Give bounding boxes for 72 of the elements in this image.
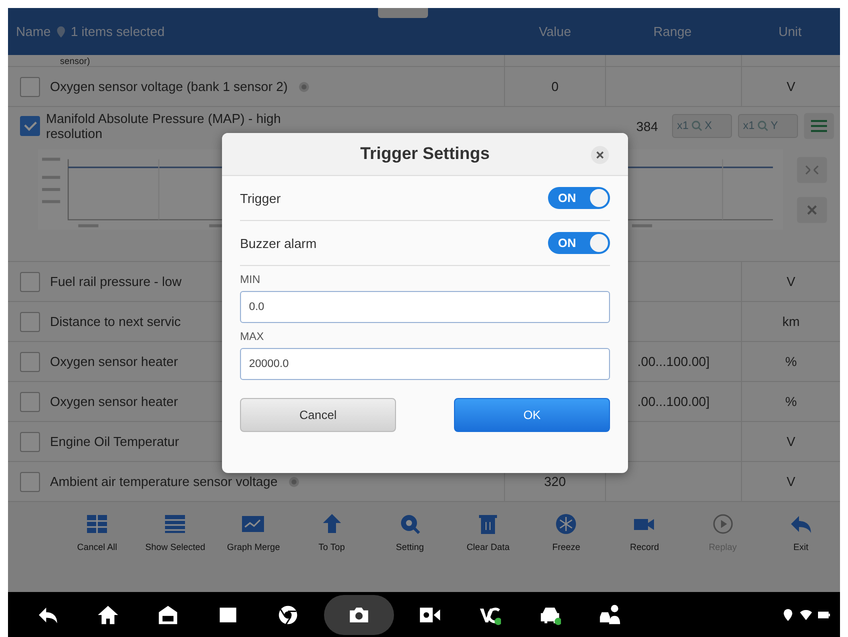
location-icon: [782, 608, 794, 620]
parameter-name: Oxygen sensor heater: [50, 354, 178, 369]
grid-icon: [85, 512, 110, 536]
dialog-title: Trigger Settings: [360, 144, 490, 164]
parameter-unit: %: [785, 354, 797, 369]
play-icon: [710, 512, 735, 536]
home-icon: [97, 604, 119, 626]
garage-icon: [157, 604, 179, 626]
parameter-value: 384: [636, 118, 658, 134]
parameter-unit: km: [782, 314, 800, 329]
toolbar-button[interactable]: Exit: [762, 508, 840, 556]
parameter-unit: V: [786, 274, 796, 289]
cancel-button[interactable]: Cancel: [240, 398, 396, 432]
toolbar-button[interactable]: Freeze: [527, 508, 606, 556]
parameter-name: Distance to next servic: [50, 314, 181, 329]
parameter-unit: V: [786, 434, 796, 449]
parameter-name: Engine Oil Temperatur: [50, 434, 180, 449]
checkbox[interactable]: [20, 312, 40, 332]
parameter-name: Manifold Absolute Pressure (MAP) - high resolution: [46, 111, 282, 141]
column-header: Name: [16, 24, 51, 39]
magnifier-icon: [690, 120, 703, 132]
checkbox[interactable]: [20, 392, 40, 412]
parameter-unit: %: [785, 394, 797, 409]
checkbox[interactable]: [20, 76, 40, 96]
snowflake-icon: [554, 512, 578, 536]
parameter-name: Oxygen sensor voltage (bank 1 sensor 2): [50, 79, 288, 94]
setting-label: Buzzer alarm: [240, 236, 317, 250]
input-field[interactable]: 20000.0: [240, 348, 610, 380]
parameter-value: 320: [544, 474, 566, 489]
parameter-name: Ambient air temperature sensor voltage: [50, 474, 278, 489]
list-icon[interactable]: [804, 113, 834, 139]
toggle-switch[interactable]: ON: [548, 187, 610, 209]
parameter-value: 0: [551, 79, 559, 94]
checkbox[interactable]: [20, 352, 40, 372]
list-icon: [163, 512, 188, 536]
column-header: Unit: [778, 24, 802, 39]
field-label: MAX: [240, 331, 265, 343]
wifi-icon: [800, 608, 812, 620]
browser-icon: [277, 604, 299, 626]
checkbox[interactable]: [20, 272, 40, 292]
toolbar-button[interactable]: Show Selected: [136, 508, 214, 556]
ok-button[interactable]: OK: [454, 398, 610, 432]
toggle-switch[interactable]: ON: [548, 232, 610, 254]
checkbox[interactable]: [20, 432, 40, 452]
magnifier-icon: [756, 120, 769, 132]
camera-button[interactable]: [324, 594, 394, 634]
selection-count: 1 items selected: [70, 24, 165, 39]
parameter-unit: V: [786, 79, 796, 94]
checkbox[interactable]: [20, 472, 40, 492]
column-header: Range: [653, 24, 692, 39]
parameter-name: Fuel rail pressure - low: [50, 274, 182, 289]
setting-label: Trigger: [240, 190, 281, 206]
toolbar-button[interactable]: Graph Merge: [214, 508, 293, 556]
person-car-icon: [599, 604, 621, 626]
toolbar-button[interactable]: Record: [605, 508, 684, 556]
checkbox[interactable]: [20, 116, 40, 136]
battery-icon: [818, 608, 830, 620]
toolbar-button[interactable]: To Top: [292, 508, 371, 556]
toolbar-button[interactable]: Clear Data: [448, 508, 528, 556]
column-header: Value: [538, 24, 572, 39]
parameter-unit: V: [786, 474, 796, 489]
drag-handle[interactable]: [378, 8, 428, 18]
toolbar-button[interactable]: Cancel All: [58, 508, 136, 556]
parameter-name: sensor): [59, 56, 90, 66]
parameter-name: Oxygen sensor heater: [50, 394, 178, 409]
input-field[interactable]: 0.0: [240, 291, 610, 323]
toolbar-button[interactable]: Setting: [370, 508, 449, 556]
field-label: MIN: [240, 274, 262, 286]
parameter-range: .00...100.00]: [637, 394, 710, 409]
pin-icon: [56, 26, 65, 38]
close-icon[interactable]: [590, 145, 610, 165]
parameter-range: .00...100.00]: [637, 354, 710, 369]
